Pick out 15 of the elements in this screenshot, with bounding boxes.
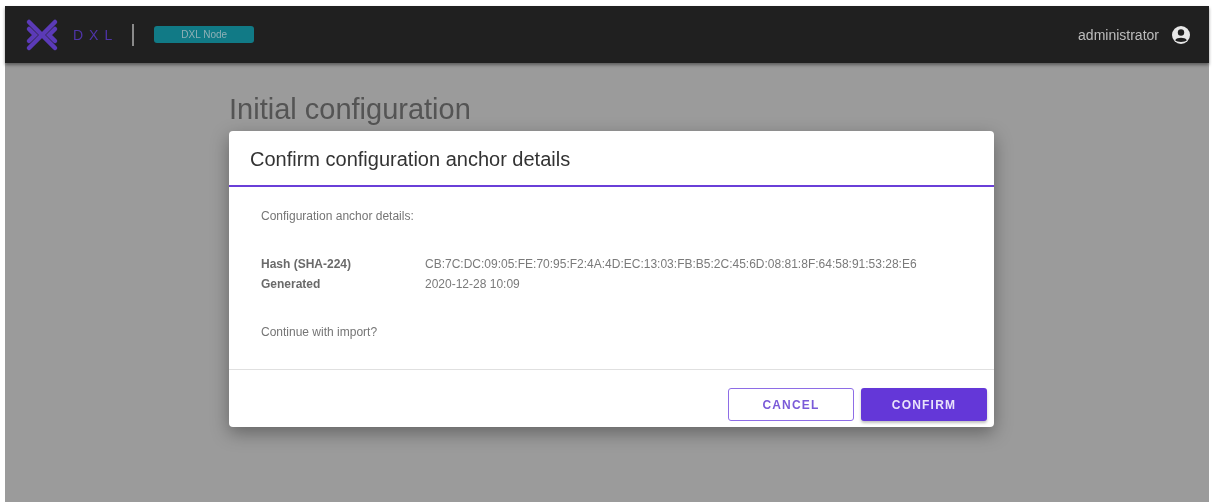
- detail-value: 2020-12-28 10:09: [425, 277, 520, 291]
- logo-icon: [25, 17, 59, 52]
- detail-value: CB:7C:DC:09:05:FE:70:95:F2:4A:4D:EC:13:03:FB:B5:2C:45:6D:08:81:8F:64:58:91:53:28:E6: [425, 257, 917, 271]
- user-name[interactable]: administrator: [1078, 26, 1159, 43]
- confirm-button[interactable]: CONFIRM: [861, 388, 987, 421]
- node-badge: DXL Node: [154, 26, 255, 43]
- logo-text: DXL: [73, 26, 119, 43]
- question-text: Continue with import?: [261, 325, 379, 339]
- cancel-button[interactable]: CANCEL: [728, 388, 854, 421]
- detail-label: Hash (SHA-224): [261, 257, 352, 271]
- intro-text: Configuration anchor details:: [261, 209, 415, 223]
- dialog-title: Confirm configuration anchor details: [229, 131, 994, 187]
- detail-label: Generated: [261, 277, 321, 291]
- account-icon[interactable]: [1171, 24, 1191, 45]
- page-title: Initial configuration: [229, 93, 471, 126]
